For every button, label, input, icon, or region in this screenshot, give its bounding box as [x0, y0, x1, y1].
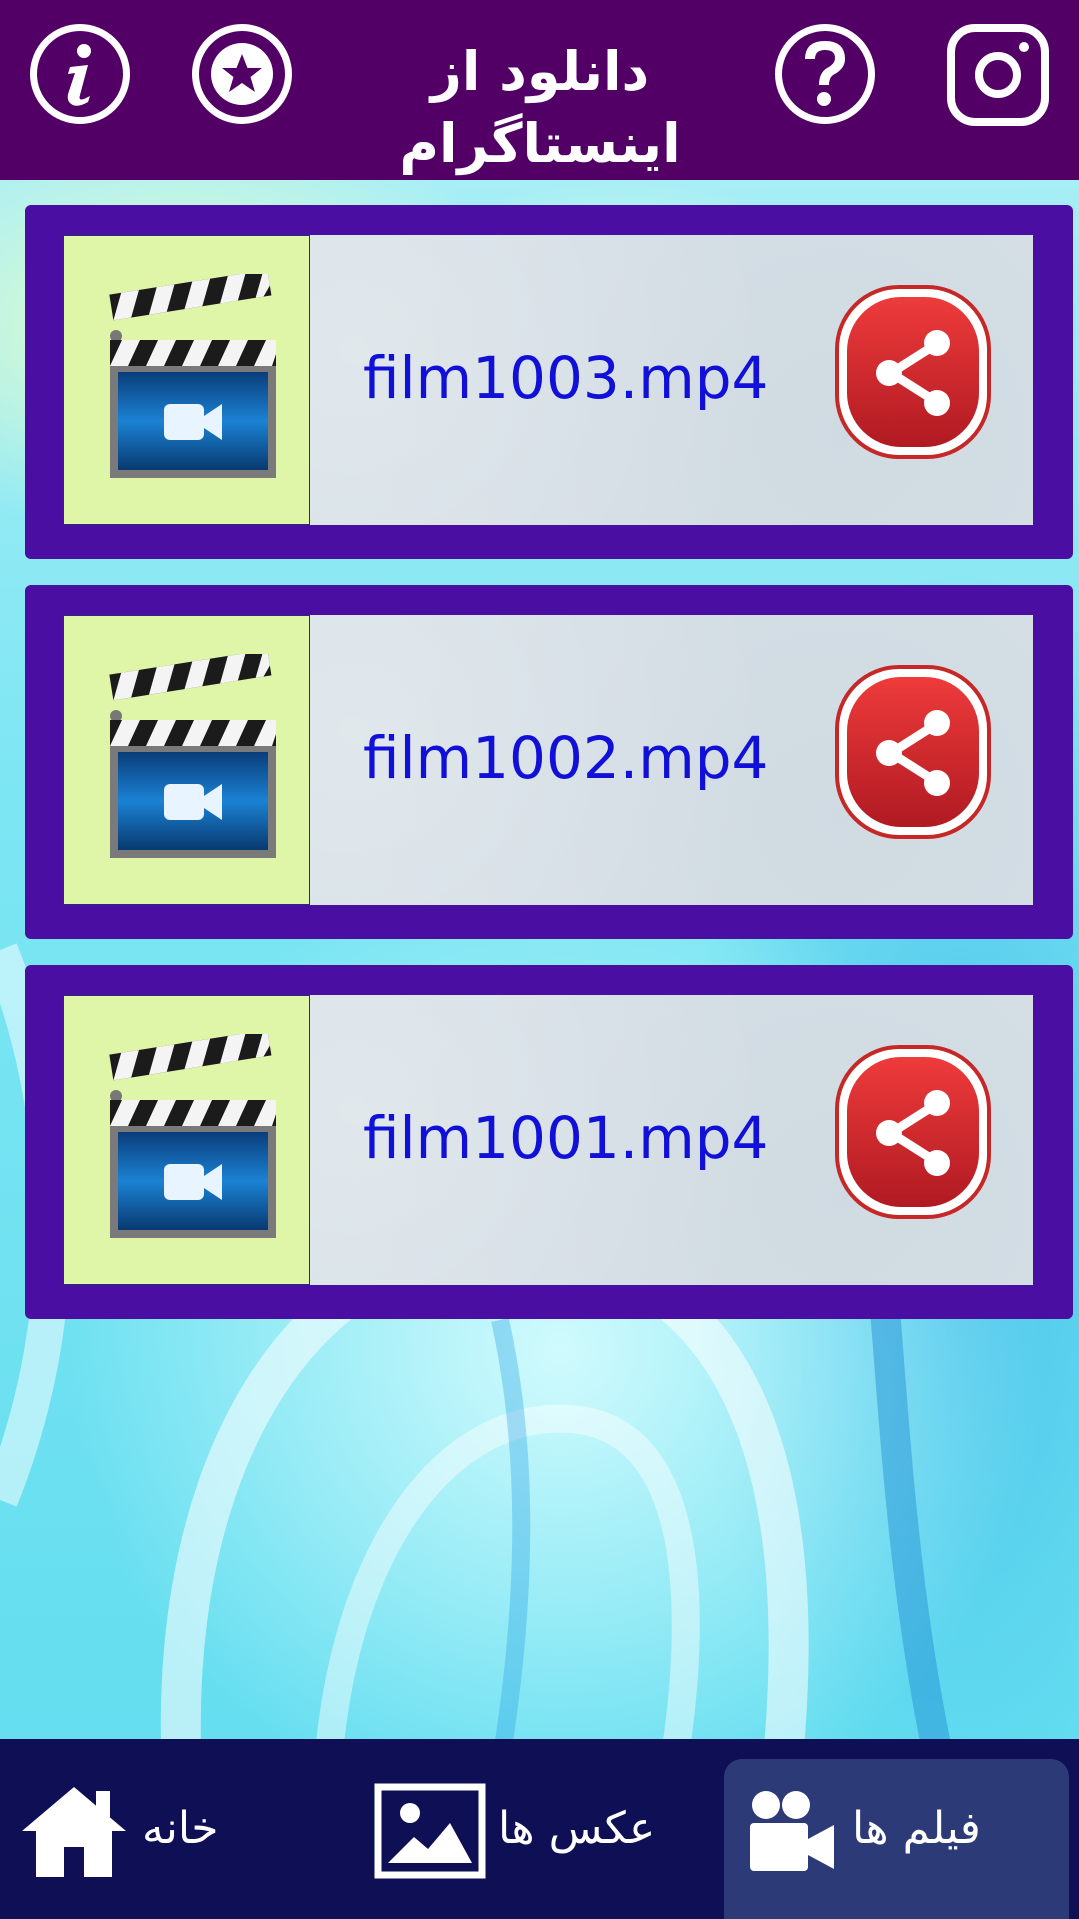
- file-name: film1001.mp4: [363, 1104, 769, 1172]
- file-list-item[interactable]: film1003.mp4: [25, 205, 1073, 559]
- rate-button[interactable]: [192, 24, 292, 124]
- video-thumbnail: [63, 995, 310, 1285]
- clapperboard-video-icon: [96, 649, 286, 868]
- file-name: film1002.mp4: [363, 724, 769, 792]
- video-camera-icon: [750, 1791, 834, 1871]
- file-list-item[interactable]: film1002.mp4: [25, 585, 1073, 939]
- nav-label-videos: فیلم ها: [852, 1803, 981, 1854]
- file-list-item[interactable]: film1001.mp4: [25, 965, 1073, 1319]
- share-icon: [833, 663, 993, 845]
- app-header: دانلود از اینستاگرام: [0, 0, 1079, 180]
- file-card-body: film1001.mp4: [63, 995, 1033, 1285]
- info-icon: [67, 44, 91, 106]
- help-button[interactable]: [775, 24, 875, 124]
- image-icon: [374, 1783, 486, 1879]
- share-icon: [833, 283, 993, 465]
- question-icon: [805, 41, 845, 106]
- file-card-body: film1003.mp4: [63, 235, 1033, 525]
- home-icon: [22, 1787, 126, 1877]
- video-thumbnail: [63, 615, 310, 905]
- nav-label-photos: عکس ها: [498, 1803, 656, 1854]
- share-button[interactable]: [833, 283, 993, 461]
- nav-item-videos[interactable]: فیلم ها: [724, 1739, 1069, 1919]
- file-card-body: film1002.mp4: [63, 615, 1033, 905]
- share-button[interactable]: [833, 1043, 993, 1221]
- clapperboard-video-icon: [96, 269, 286, 488]
- star-icon: [222, 54, 262, 92]
- file-name: film1003.mp4: [363, 344, 769, 412]
- clapperboard-video-icon: [96, 1029, 286, 1248]
- share-button[interactable]: [833, 663, 993, 841]
- instagram-button[interactable]: [947, 24, 1049, 126]
- video-thumbnail: [63, 235, 310, 525]
- nav-item-photos[interactable]: عکس ها: [360, 1739, 680, 1919]
- share-icon: [833, 1043, 993, 1225]
- nav-label-home: خانه: [142, 1803, 219, 1854]
- app-title: دانلود از اینستاگرام: [399, 40, 681, 175]
- nav-item-home[interactable]: خانه: [0, 1739, 260, 1919]
- bottom-navigation: خانه عکس ها فیلم ها: [0, 1739, 1079, 1919]
- info-button[interactable]: [30, 24, 130, 124]
